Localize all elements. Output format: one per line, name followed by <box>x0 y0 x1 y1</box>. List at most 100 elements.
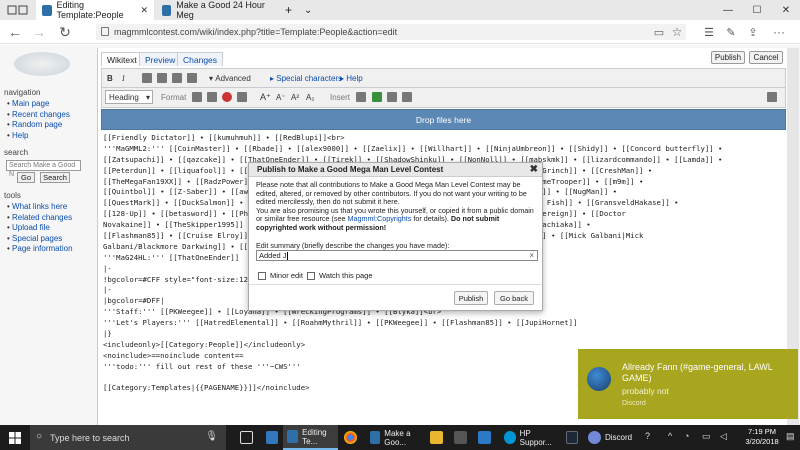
mail-icon <box>478 431 491 444</box>
summary-label: Edit summary (briefly describe the chang… <box>256 241 450 250</box>
nowiki-button[interactable] <box>222 88 232 106</box>
numbered-list-button[interactable] <box>207 88 217 106</box>
wiki-search-input[interactable]: Search Make a Good N <box>6 160 81 178</box>
tool-what-links-here[interactable]: What links here <box>7 202 73 213</box>
browser-tab-make-a-good[interactable]: Make a Good 24 Hour Meg <box>156 0 274 20</box>
taskbar-search[interactable]: ○ Type here to search 🎙 <box>30 425 226 450</box>
close-icon[interactable]: ✖ <box>530 164 538 175</box>
go-back-button[interactable]: Go back <box>494 291 534 305</box>
forward-button[interactable]: → <box>30 24 48 40</box>
search-button[interactable]: Search <box>40 172 70 183</box>
windows-icon <box>9 431 21 444</box>
special-characters-toggle[interactable]: ▸ Special characters <box>270 69 342 87</box>
gallery-button[interactable] <box>356 88 366 106</box>
heading-select[interactable]: Heading ▾ <box>105 90 153 104</box>
maximize-button[interactable]: ☐ <box>743 0 771 20</box>
steam-app[interactable] <box>562 425 582 450</box>
chrome-icon <box>344 431 357 444</box>
mail-app[interactable] <box>474 425 496 450</box>
checkbox-box[interactable] <box>307 271 315 280</box>
reading-view-button[interactable]: ▭ <box>650 24 668 40</box>
share-button[interactable]: ⇪ <box>744 24 762 40</box>
superscript-button[interactable]: A² <box>291 88 299 106</box>
nav-main-page[interactable]: Main page <box>7 99 70 110</box>
tab-changes[interactable]: Changes <box>177 52 224 66</box>
clear-icon[interactable]: × <box>529 251 534 260</box>
editor-toolbar-primary: B I ▾ Advanced ▸ Special characters ▸ He… <box>101 68 786 88</box>
minor-edit-checkbox[interactable]: Minor edit <box>258 271 303 280</box>
tab-preview[interactable]: Preview <box>139 52 182 66</box>
bulleted-list-button[interactable] <box>192 88 202 106</box>
notes-button[interactable]: ✎ <box>722 24 740 40</box>
battery-icon[interactable]: ▭ <box>702 431 711 442</box>
nav-help[interactable]: Help <box>7 131 70 142</box>
newline-button[interactable] <box>237 88 247 106</box>
address-bar[interactable]: magmmlcontest.com/wiki/index.php?title=T… <box>96 24 686 40</box>
watch-page-checkbox[interactable]: Watch this page <box>307 271 373 280</box>
start-button[interactable] <box>0 425 30 450</box>
chrome-app[interactable] <box>340 425 364 450</box>
help-toggle[interactable]: ▸ Help <box>340 69 363 87</box>
signature-button[interactable] <box>187 69 197 87</box>
more-button[interactable]: ··· <box>770 24 788 40</box>
taskbar-app-make-a-good[interactable]: Make a Goo... <box>366 425 424 450</box>
big-button[interactable]: A⁺ <box>260 88 271 106</box>
back-button[interactable]: ← <box>6 24 24 40</box>
microphone-icon[interactable]: 🎙 <box>205 431 218 442</box>
task-view-button[interactable] <box>236 425 258 450</box>
close-window-button[interactable]: ✕ <box>772 0 800 20</box>
tab-preview-icon[interactable] <box>6 3 30 17</box>
favorite-button[interactable]: ☆ <box>668 24 686 40</box>
tab-list-button[interactable]: ⌄ <box>298 0 314 20</box>
search-replace-button[interactable] <box>402 88 412 106</box>
nav-recent-changes[interactable]: Recent changes <box>7 110 70 121</box>
top-cancel-button[interactable]: Cancel <box>749 51 783 64</box>
share-icon: ⇪ <box>748 26 758 39</box>
go-button[interactable]: Go <box>17 172 35 183</box>
advanced-toggle[interactable]: ▾ Advanced <box>209 69 251 87</box>
favorites-hub-button[interactable]: ☰ <box>700 24 718 40</box>
browser-tab-editing[interactable]: Editing Template:People ✕ <box>36 0 154 20</box>
reference-button[interactable] <box>172 69 182 87</box>
minimize-button[interactable]: — <box>714 0 742 20</box>
publish-button[interactable]: Publish <box>454 291 488 305</box>
table-button[interactable] <box>387 88 397 106</box>
wiki-logo[interactable] <box>14 52 70 76</box>
file-explorer-app[interactable] <box>426 425 448 450</box>
edit-summary-input[interactable]: Added J × <box>256 250 538 261</box>
discord-notification[interactable]: Allready Fann (#game-general, LAWL GAME)… <box>578 349 798 419</box>
italic-button[interactable]: I <box>122 69 125 87</box>
new-tab-button[interactable]: + <box>279 0 295 20</box>
close-tab-icon[interactable]: ✕ <box>140 5 148 16</box>
tray-overflow-icon[interactable]: ^ <box>668 431 672 441</box>
small-button[interactable]: A⁻ <box>276 88 286 106</box>
network-icon[interactable]: ◔ <box>684 431 689 441</box>
tool-related-changes[interactable]: Related changes <box>7 213 73 224</box>
notice-paragraph: You are also promising us that you wrote… <box>256 205 534 232</box>
taskbar-app-discord[interactable]: Discord <box>584 425 636 450</box>
tool-page-information[interactable]: Page information <box>7 244 72 255</box>
taskbar-app-hp-support[interactable]: HP Suppor... <box>500 425 560 450</box>
nav-random-page[interactable]: Random page <box>7 120 70 131</box>
embedded-file-button[interactable] <box>157 69 167 87</box>
volume-icon[interactable]: ◁ <box>720 431 727 442</box>
subscript-button[interactable]: A₂ <box>306 88 314 106</box>
tab-wikitext[interactable]: Wikitext <box>101 52 143 66</box>
syntax-highlight-button[interactable] <box>767 88 777 106</box>
lock-icon <box>101 27 109 36</box>
checkbox-box[interactable] <box>258 271 266 280</box>
store-app[interactable] <box>450 425 472 450</box>
tool-upload-file[interactable]: Upload file <box>7 223 73 234</box>
refresh-button[interactable]: ↻ <box>56 24 74 40</box>
tool-special-pages[interactable]: Special pages <box>7 234 73 245</box>
taskbar-app-editing[interactable]: Editing Te... <box>283 425 338 450</box>
top-publish-button[interactable]: Publish <box>711 51 745 64</box>
edge-app[interactable] <box>262 425 282 450</box>
system-clock[interactable]: 7:19 PM 3/20/2018 <box>740 427 784 447</box>
action-center-icon[interactable]: ▤ <box>786 431 795 442</box>
help-icon[interactable]: ? <box>645 431 650 441</box>
bold-button[interactable]: B <box>107 69 113 87</box>
drop-files-zone[interactable]: Drop files here <box>101 109 786 130</box>
redirect-button[interactable] <box>372 88 382 106</box>
link-button[interactable] <box>142 69 152 87</box>
